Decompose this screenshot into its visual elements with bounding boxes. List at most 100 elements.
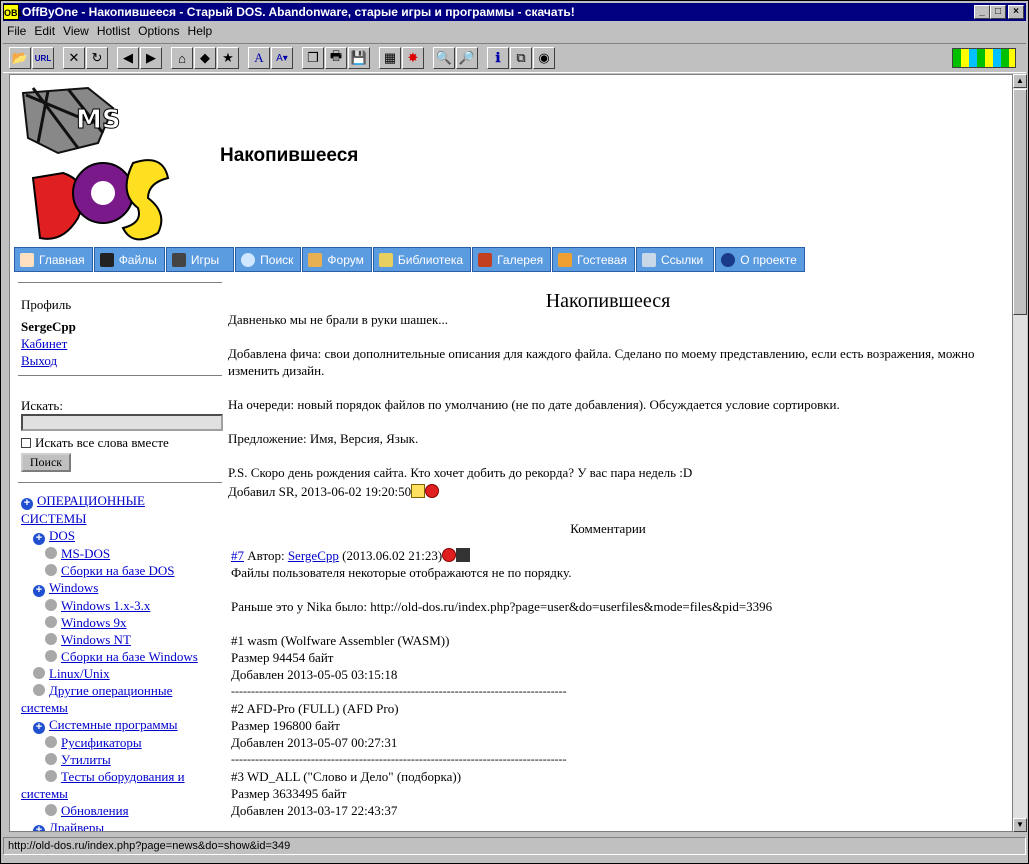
tree-item-label[interactable]: Обновления: [61, 803, 129, 818]
all-words-option[interactable]: Искать все слова вместе: [21, 434, 219, 451]
all-words-checkbox[interactable]: [21, 437, 31, 448]
delete-comment-icon[interactable]: [442, 548, 457, 562]
structure-icon[interactable]: ⧉: [510, 47, 532, 69]
expand-plus-icon[interactable]: +: [33, 722, 45, 734]
tree-item[interactable]: + ОПЕРАЦИОННЫЕ СИСТЕМЫ: [21, 492, 222, 527]
tree-item-label[interactable]: Сборки на базе Windows: [61, 649, 198, 664]
menu-hotlist[interactable]: Hotlist: [93, 24, 134, 38]
expand-plus-icon[interactable]: +: [33, 585, 45, 597]
menu-edit[interactable]: Edit: [30, 24, 59, 38]
tree-item-label[interactable]: Тесты оборудования и: [61, 769, 185, 784]
tree-item[interactable]: MS-DOS: [21, 545, 222, 562]
tree-item[interactable]: системы: [21, 699, 222, 716]
scroll-up-arrow-icon[interactable]: ▲: [1013, 74, 1027, 88]
nav-forum[interactable]: Форум: [302, 247, 372, 272]
edit-icon[interactable]: [411, 484, 426, 498]
refresh-icon[interactable]: ↻: [86, 47, 108, 69]
tree-item-label[interactable]: DOS: [49, 528, 75, 543]
nav-about[interactable]: О проекте: [715, 247, 805, 272]
tree-item-label[interactable]: Windows 1.x-3.x: [61, 598, 150, 613]
expand-plus-icon[interactable]: +: [21, 498, 33, 510]
nav-gallery[interactable]: Галерея: [472, 247, 552, 272]
tree-item[interactable]: Сборки на базе DOS: [21, 562, 222, 579]
tree-item[interactable]: системы: [21, 785, 222, 802]
vertical-scrollbar[interactable]: ▲ ▼: [1013, 74, 1027, 832]
menu-file[interactable]: File: [3, 24, 30, 38]
copy-icon[interactable]: ❐: [302, 47, 324, 69]
settings-star-icon[interactable]: ✸: [402, 47, 424, 69]
tree-item-label[interactable]: Windows 9x: [61, 615, 127, 630]
minimize-button[interactable]: _: [974, 5, 990, 19]
tree-item[interactable]: + Windows: [21, 579, 222, 597]
expand-plus-icon[interactable]: +: [33, 533, 45, 545]
back-arrow-icon[interactable]: ◀: [117, 47, 139, 69]
tree-item-label[interactable]: Русификаторы: [61, 735, 142, 750]
tree-item-label[interactable]: Утилиты: [61, 752, 111, 767]
nav-files[interactable]: Файлы: [93, 247, 165, 272]
nav-guestbook[interactable]: Гостевая: [552, 247, 635, 272]
view-source-icon[interactable]: ◉: [533, 47, 555, 69]
stop-icon[interactable]: ✕: [63, 47, 85, 69]
tree-item[interactable]: Windows 9x: [21, 614, 222, 631]
nav-search[interactable]: Поиск: [235, 247, 302, 272]
menu-help[interactable]: Help: [184, 24, 217, 38]
nav-games[interactable]: Игры: [165, 247, 235, 272]
tree-item-label[interactable]: Другие операционные: [49, 683, 172, 698]
tree-item[interactable]: Обновления: [21, 802, 222, 819]
search-button[interactable]: Поиск: [21, 453, 71, 472]
images-icon[interactable]: ▦: [379, 47, 401, 69]
open-folder-icon[interactable]: 📂: [9, 47, 31, 69]
expand-plus-icon[interactable]: +: [33, 825, 45, 831]
tree-item-label[interactable]: Windows NT: [61, 632, 131, 647]
nav-links[interactable]: Ссылки: [635, 247, 715, 272]
menu-options[interactable]: Options: [134, 24, 183, 38]
hotlist-icon[interactable]: ★: [217, 47, 239, 69]
ip-info-icon[interactable]: [456, 548, 471, 562]
tree-item[interactable]: Другие операционные: [21, 682, 222, 699]
menu-view[interactable]: View: [59, 24, 93, 38]
font-larger-icon[interactable]: A: [248, 47, 270, 69]
app-icon[interactable]: OB1: [3, 4, 23, 20]
bookmark-icon[interactable]: ◆: [194, 47, 216, 69]
tree-item-label[interactable]: ОПЕРАЦИОННЫЕ: [37, 493, 145, 508]
font-smaller-icon[interactable]: A▾: [271, 47, 293, 69]
scroll-down-arrow-icon[interactable]: ▼: [1013, 818, 1027, 832]
home-icon[interactable]: ⌂: [171, 47, 193, 69]
print-icon[interactable]: 🖶: [325, 47, 347, 69]
tree-item[interactable]: Linux/Unix: [21, 665, 222, 682]
nav-home[interactable]: Главная: [14, 247, 93, 272]
tree-item-label[interactable]: системы: [21, 786, 68, 801]
tree-item-label[interactable]: Windows: [49, 580, 98, 595]
tree-item[interactable]: Тесты оборудования и: [21, 768, 222, 785]
tree-item-label[interactable]: СИСТЕМЫ: [21, 511, 87, 526]
search-input[interactable]: [21, 414, 223, 431]
tree-item-label[interactable]: MS-DOS: [61, 546, 110, 561]
tree-item-label[interactable]: Linux/Unix: [49, 666, 110, 681]
open-url-icon[interactable]: URL: [32, 47, 54, 69]
tree-item[interactable]: + DOS: [21, 527, 222, 545]
maximize-button[interactable]: □: [990, 5, 1006, 19]
tree-item-label[interactable]: системы: [21, 700, 68, 715]
save-icon[interactable]: 💾: [348, 47, 370, 69]
tree-item[interactable]: Сборки на базе Windows: [21, 648, 222, 665]
find-icon[interactable]: 🔍: [433, 47, 455, 69]
tree-item[interactable]: Утилиты: [21, 751, 222, 768]
comment-author-link[interactable]: SergeCpp: [288, 548, 339, 563]
nav-library[interactable]: Библиотека: [372, 247, 472, 272]
tree-item[interactable]: + Системные программы: [21, 716, 222, 734]
comment-number-link[interactable]: #7: [231, 548, 244, 563]
tree-item-label[interactable]: Сборки на базе DOS: [61, 563, 175, 578]
tree-item-label[interactable]: Драйверы: [49, 820, 104, 831]
delete-icon[interactable]: [425, 484, 440, 498]
close-button[interactable]: ×: [1008, 5, 1024, 19]
tree-item[interactable]: + Драйверы: [21, 819, 222, 831]
forward-arrow-icon[interactable]: ▶: [140, 47, 162, 69]
tree-item[interactable]: Windows NT: [21, 631, 222, 648]
logout-link[interactable]: Выход: [21, 353, 57, 368]
info-icon[interactable]: ℹ: [487, 47, 509, 69]
scroll-thumb[interactable]: [1013, 89, 1027, 315]
find-next-icon[interactable]: 🔎: [456, 47, 478, 69]
tree-item-label[interactable]: Системные программы: [49, 717, 178, 732]
tree-item[interactable]: Русификаторы: [21, 734, 222, 751]
tree-item[interactable]: Windows 1.x-3.x: [21, 597, 222, 614]
